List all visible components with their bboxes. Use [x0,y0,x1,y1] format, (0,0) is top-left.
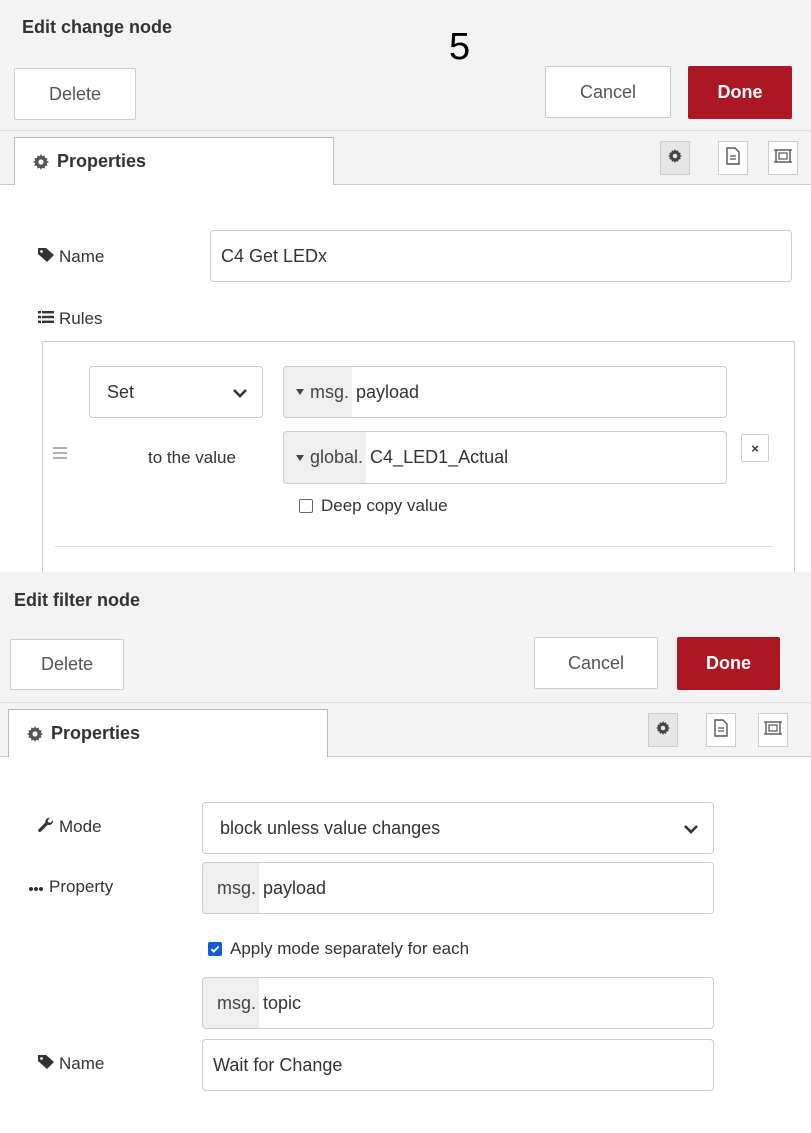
remove-rule-button[interactable]: × [741,434,769,462]
rule-divider [55,546,773,547]
change-node-dialog: Edit change node Delete Cancel Done 5 Pr… [0,0,811,572]
dialog-header: Edit filter node Delete Cancel Done [0,572,811,703]
dialog-title: Edit change node [22,17,173,37]
description-tab-button[interactable] [718,141,748,175]
caret-down-icon [296,454,304,461]
wrench-icon [38,817,54,838]
name-label: Name [59,1054,105,1073]
tab-bar: Properties [0,703,811,757]
apply-value: topic [263,992,302,1013]
target-value: payload [356,381,420,402]
cancel-button[interactable]: Cancel [545,66,671,118]
name-input[interactable]: Wait for Change [202,1039,714,1091]
mode-label: Mode [59,817,102,836]
apply-separately-row: Apply mode separately for each [208,939,469,959]
properties-content: Name C4 Get LEDx Rules Set msg. payload [12,185,811,572]
rules-label: Rules [59,309,103,328]
node-appearance-icon [773,147,793,170]
delete-button[interactable]: Delete [14,68,136,120]
apply-separately-checkbox[interactable] [208,942,222,956]
name-label: Name [59,247,105,266]
done-button[interactable]: Done [688,66,792,119]
gear-icon [656,720,670,740]
deep-copy-checkbox[interactable] [299,499,313,513]
delete-button[interactable]: Delete [10,639,124,690]
apply-separately-label: Apply mode separately for each [230,939,470,958]
property-label-row: Property [28,875,113,899]
rule-target-input[interactable]: msg. payload [283,366,727,418]
list-icon [38,309,54,329]
chevron-down-icon [683,818,699,839]
mode-select[interactable]: block unless value changes [202,802,714,854]
appearance-tab-button[interactable] [758,713,788,747]
dialog-header: Edit change node Delete Cancel Done [0,0,811,131]
deep-copy-label: Deep copy value [321,496,448,515]
apply-type: msg. [217,992,257,1013]
property-label: Property [49,877,114,896]
description-tab-button[interactable] [706,713,736,747]
tab-label: Properties [57,151,147,171]
document-icon [714,718,728,742]
tab-bar: Properties [0,131,811,185]
apply-type-selector[interactable]: msg. [203,978,260,1028]
to-the-value-label: to the value [148,448,236,467]
target-type-selector[interactable]: msg. [284,367,353,417]
rule-value-input[interactable]: global. C4_LED1_Actual [283,431,727,484]
chevron-down-icon [232,382,248,403]
cancel-button[interactable]: Cancel [534,637,658,689]
close-icon: × [751,440,759,456]
gear-icon [33,153,49,170]
tab-properties[interactable]: Properties [14,137,334,185]
dialog-title: Edit filter node [14,590,140,610]
property-input[interactable]: msg. payload [202,862,714,914]
appearance-tab-button[interactable] [768,141,798,175]
tab-properties[interactable]: Properties [8,709,328,757]
gear-icon [27,725,43,742]
rules-label-row: Rules [38,307,102,331]
rule-action-select[interactable]: Set [89,366,263,418]
properties-content: Mode block unless value changes Property… [0,757,811,1133]
rule-action-value: Set [107,381,135,402]
tag-icon [38,247,54,267]
document-icon [726,146,740,170]
drag-handle-icon[interactable] [53,446,67,464]
ellipsis-icon [28,877,44,897]
done-button[interactable]: Done [677,637,780,690]
value-value: C4_LED1_Actual [370,447,509,467]
mode-label-row: Mode [38,815,102,839]
deep-copy-row: Deep copy value [299,496,448,516]
page-number: 5 [449,26,471,68]
mode-value: block unless value changes [220,817,441,838]
tag-icon [38,1054,54,1074]
property-type: msg. [217,877,257,898]
caret-down-icon [296,389,304,395]
rules-list: Set msg. payload to the value global. C4… [42,341,795,572]
property-value: payload [263,877,327,898]
apply-property-input[interactable]: msg. topic [202,977,714,1029]
property-type-selector[interactable]: msg. [203,863,260,913]
properties-tab-button[interactable] [648,713,678,747]
node-appearance-icon [763,719,783,742]
properties-tab-button[interactable] [660,141,690,175]
target-type: msg. [310,381,350,402]
name-label-row: Name [38,1052,104,1076]
tab-label: Properties [51,723,141,743]
filter-node-dialog: Edit filter node Delete Cancel Done Prop… [0,572,811,1133]
name-label-row: Name [38,245,104,269]
gear-icon [668,148,682,168]
value-type-selector[interactable]: global. [284,432,367,483]
name-input[interactable]: C4 Get LEDx [210,230,792,282]
value-type: global. [310,447,364,467]
